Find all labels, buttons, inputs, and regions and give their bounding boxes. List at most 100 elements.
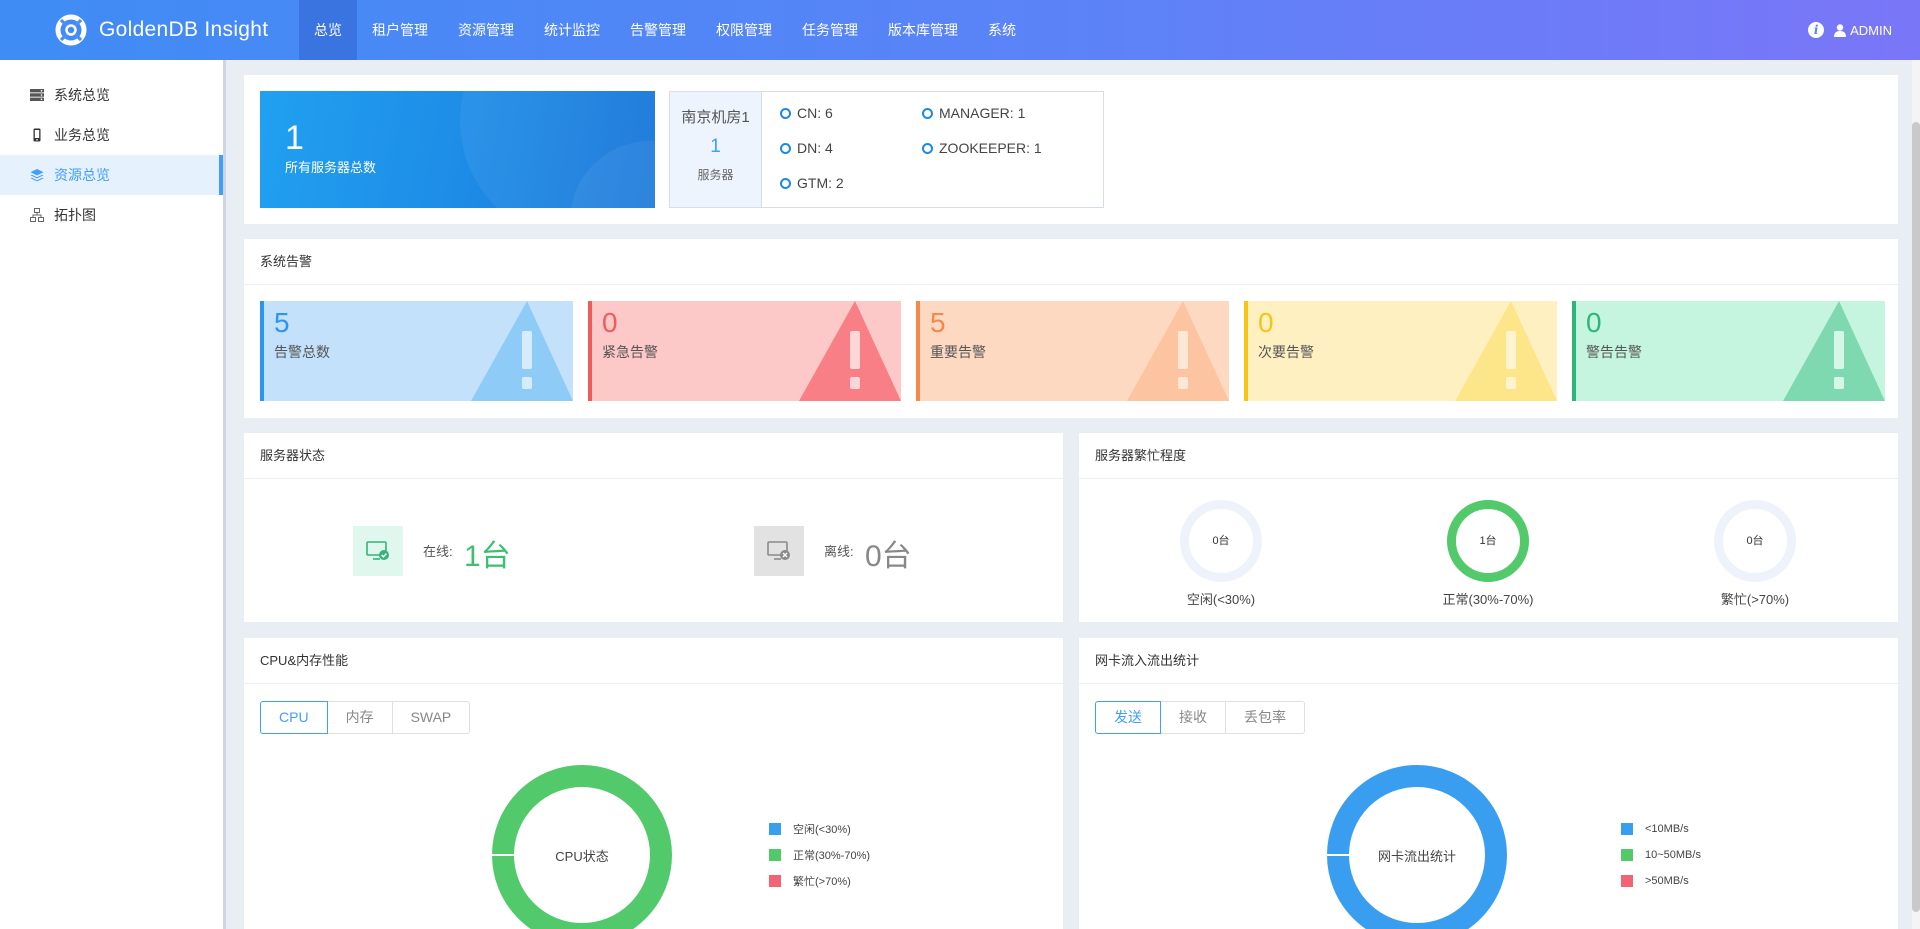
online-label: 在线: <box>423 544 453 559</box>
info-icon[interactable]: i <box>1808 22 1825 38</box>
network-legend: <10MB/s 10~50MB/s >50MB/s <box>1621 816 1701 894</box>
main-nav: 总览 租户管理 资源管理 统计监控 告警管理 权限管理 任务管理 版本库管理 系… <box>299 0 1031 60</box>
nav-overview[interactable]: 总览 <box>299 0 357 60</box>
server-list-icon <box>30 89 44 101</box>
status-dot-icon <box>922 107 933 119</box>
alarm-label: 重要告警 <box>930 344 986 360</box>
legend-swatch <box>769 875 781 887</box>
cpu-memory-tabs: CPU 内存 SWAP <box>260 701 471 734</box>
warning-triangle-icon <box>1783 301 1885 401</box>
panel-title: 网卡流入流出统计 <box>1079 638 1898 684</box>
alarm-label: 紧急告警 <box>602 344 658 360</box>
normal-ring-label: 正常(30%-70%) <box>1442 592 1534 607</box>
legend-item[interactable]: 正常(30%-70%) <box>769 842 870 868</box>
nav-resource-management[interactable]: 资源管理 <box>443 0 529 60</box>
busy-ring: 0台 <box>1714 500 1796 582</box>
tab-send[interactable]: 发送 <box>1095 701 1161 734</box>
component-dn: DN: 4 <box>780 140 833 156</box>
legend-item[interactable]: >50MB/s <box>1621 868 1701 894</box>
panel-title: 服务器状态 <box>244 433 1063 479</box>
alarm-card-critical[interactable]: 0 紧急告警 <box>588 301 901 401</box>
sidebar-item-topology[interactable]: 拓扑图 <box>0 195 224 235</box>
sidebar-item-business-overview[interactable]: 业务总览 <box>0 115 224 155</box>
panel-title: CPU&内存性能 <box>244 638 1063 684</box>
phone-icon <box>33 128 41 142</box>
legend-swatch <box>1621 849 1633 861</box>
sidebar-item-label: 业务总览 <box>54 127 110 143</box>
nav-version-repo-management[interactable]: 版本库管理 <box>873 0 973 60</box>
panel-title: 系统告警 <box>244 239 1898 285</box>
cpu-legend: 空闲(<30%) 正常(30%-70%) 繁忙(>70%) <box>769 816 870 894</box>
total-servers-value: 1 <box>285 119 304 157</box>
sidebar-item-resource-overview[interactable]: 资源总览 <box>0 155 224 195</box>
warning-triangle-icon <box>1455 301 1557 401</box>
legend-item[interactable]: 10~50MB/s <box>1621 842 1701 868</box>
user-icon <box>1834 23 1847 37</box>
page-scrollbar[interactable] <box>1912 60 1920 929</box>
legend-item[interactable]: 空闲(<30%) <box>769 816 870 842</box>
component-gtm: GTM: 2 <box>780 175 844 191</box>
datacenter-server-count: 1 <box>710 136 721 157</box>
online-server-icon <box>353 526 403 576</box>
status-dot-icon <box>922 142 933 154</box>
normal-ring: 1台 <box>1447 500 1529 582</box>
status-dot-icon <box>780 142 791 154</box>
component-zookeeper: ZOOKEEPER: 1 <box>922 140 1042 156</box>
tab-cpu[interactable]: CPU <box>260 701 328 734</box>
online-value: 1台 <box>464 540 511 573</box>
offline-value: 0台 <box>865 540 912 573</box>
sidebar-item-system-overview[interactable]: 系统总览 <box>0 75 224 115</box>
tab-swap[interactable]: SWAP <box>391 701 471 734</box>
nav-tenant-management[interactable]: 租户管理 <box>357 0 443 60</box>
sidebar-item-label: 系统总览 <box>54 87 110 103</box>
alarm-label: 次要告警 <box>1258 344 1314 360</box>
cpu-memory-panel: CPU&内存性能 CPU 内存 SWAP CPU状态 空闲(<30%) 正常(3… <box>244 638 1063 929</box>
nav-statistics-monitoring[interactable]: 统计监控 <box>529 0 615 60</box>
tab-memory[interactable]: 内存 <box>326 701 393 734</box>
cpu-donut-center-label: CPU状态 <box>555 849 609 864</box>
network-donut-center-label: 网卡流出统计 <box>1377 849 1456 864</box>
legend-item[interactable]: 繁忙(>70%) <box>769 868 870 894</box>
legend-swatch <box>769 823 781 835</box>
server-status-panel: 服务器状态 在线: 1台 离线: 0台 <box>244 433 1063 622</box>
status-dot-icon <box>780 107 791 119</box>
alarm-card-major[interactable]: 5 重要告警 <box>916 301 1229 401</box>
monitor-offline-icon <box>767 541 790 560</box>
nav-task-management[interactable]: 任务管理 <box>787 0 873 60</box>
component-manager: MANAGER: 1 <box>922 105 1025 121</box>
legend-swatch <box>1621 823 1633 835</box>
server-busy-panel: 服务器繁忙程度 0台 空闲(<30%) 1台 正常(30%-70%) 0台 繁忙… <box>1079 433 1898 622</box>
offline-server-icon <box>754 526 804 576</box>
warning-triangle-icon <box>1127 301 1229 401</box>
legend-item[interactable]: <10MB/s <box>1621 816 1701 842</box>
idle-ring-label: 空闲(<30%) <box>1186 592 1256 607</box>
total-servers-label: 所有服务器总数 <box>285 160 377 175</box>
busy-ring-label: 繁忙(>70%) <box>1720 592 1790 607</box>
warning-triangle-icon <box>471 301 573 401</box>
tab-receive[interactable]: 接收 <box>1160 701 1226 734</box>
monitor-check-icon <box>366 541 389 560</box>
datacenter-summary[interactable]: 南京机房1 1 服务器 <box>670 92 762 207</box>
alarm-card-warning[interactable]: 0 警告告警 <box>1572 301 1885 401</box>
offline-label: 离线: <box>824 544 854 559</box>
nav-system[interactable]: 系统 <box>973 0 1031 60</box>
app-logo[interactable]: GoldenDB Insight <box>55 14 268 46</box>
scrollbar-thumb[interactable] <box>1912 122 1920 912</box>
legend-swatch <box>1621 875 1633 887</box>
alarm-card-minor[interactable]: 0 次要告警 <box>1244 301 1557 401</box>
idle-ring: 0台 <box>1180 500 1262 582</box>
tab-packet-loss[interactable]: 丢包率 <box>1225 701 1305 734</box>
system-alarms-panel: 系统告警 5 告警总数 0 紧急告警 5 重要告警 0 次要告警 0 警告告警 <box>244 239 1898 418</box>
network-traffic-panel: 网卡流入流出统计 发送 接收 丢包率 网卡流出统计 <10MB/s 10~50M… <box>1079 638 1898 929</box>
nav-alarm-management[interactable]: 告警管理 <box>615 0 701 60</box>
alarm-count: 5 <box>274 307 290 338</box>
nav-permission-management[interactable]: 权限管理 <box>701 0 787 60</box>
user-menu[interactable]: ADMIN <box>1834 23 1892 38</box>
total-servers-card[interactable]: 1 所有服务器总数 <box>260 91 655 208</box>
status-dot-icon <box>780 177 791 189</box>
alarm-card-total[interactable]: 5 告警总数 <box>260 301 573 401</box>
lifebuoy-logo-icon <box>55 14 87 46</box>
datacenter-card: 南京机房1 1 服务器 CN: 6 DN: 4 GTM: 2 MANAGER: … <box>669 91 1104 208</box>
datacenter-name: 南京机房1 <box>681 109 750 126</box>
sidebar-divider <box>223 60 226 929</box>
